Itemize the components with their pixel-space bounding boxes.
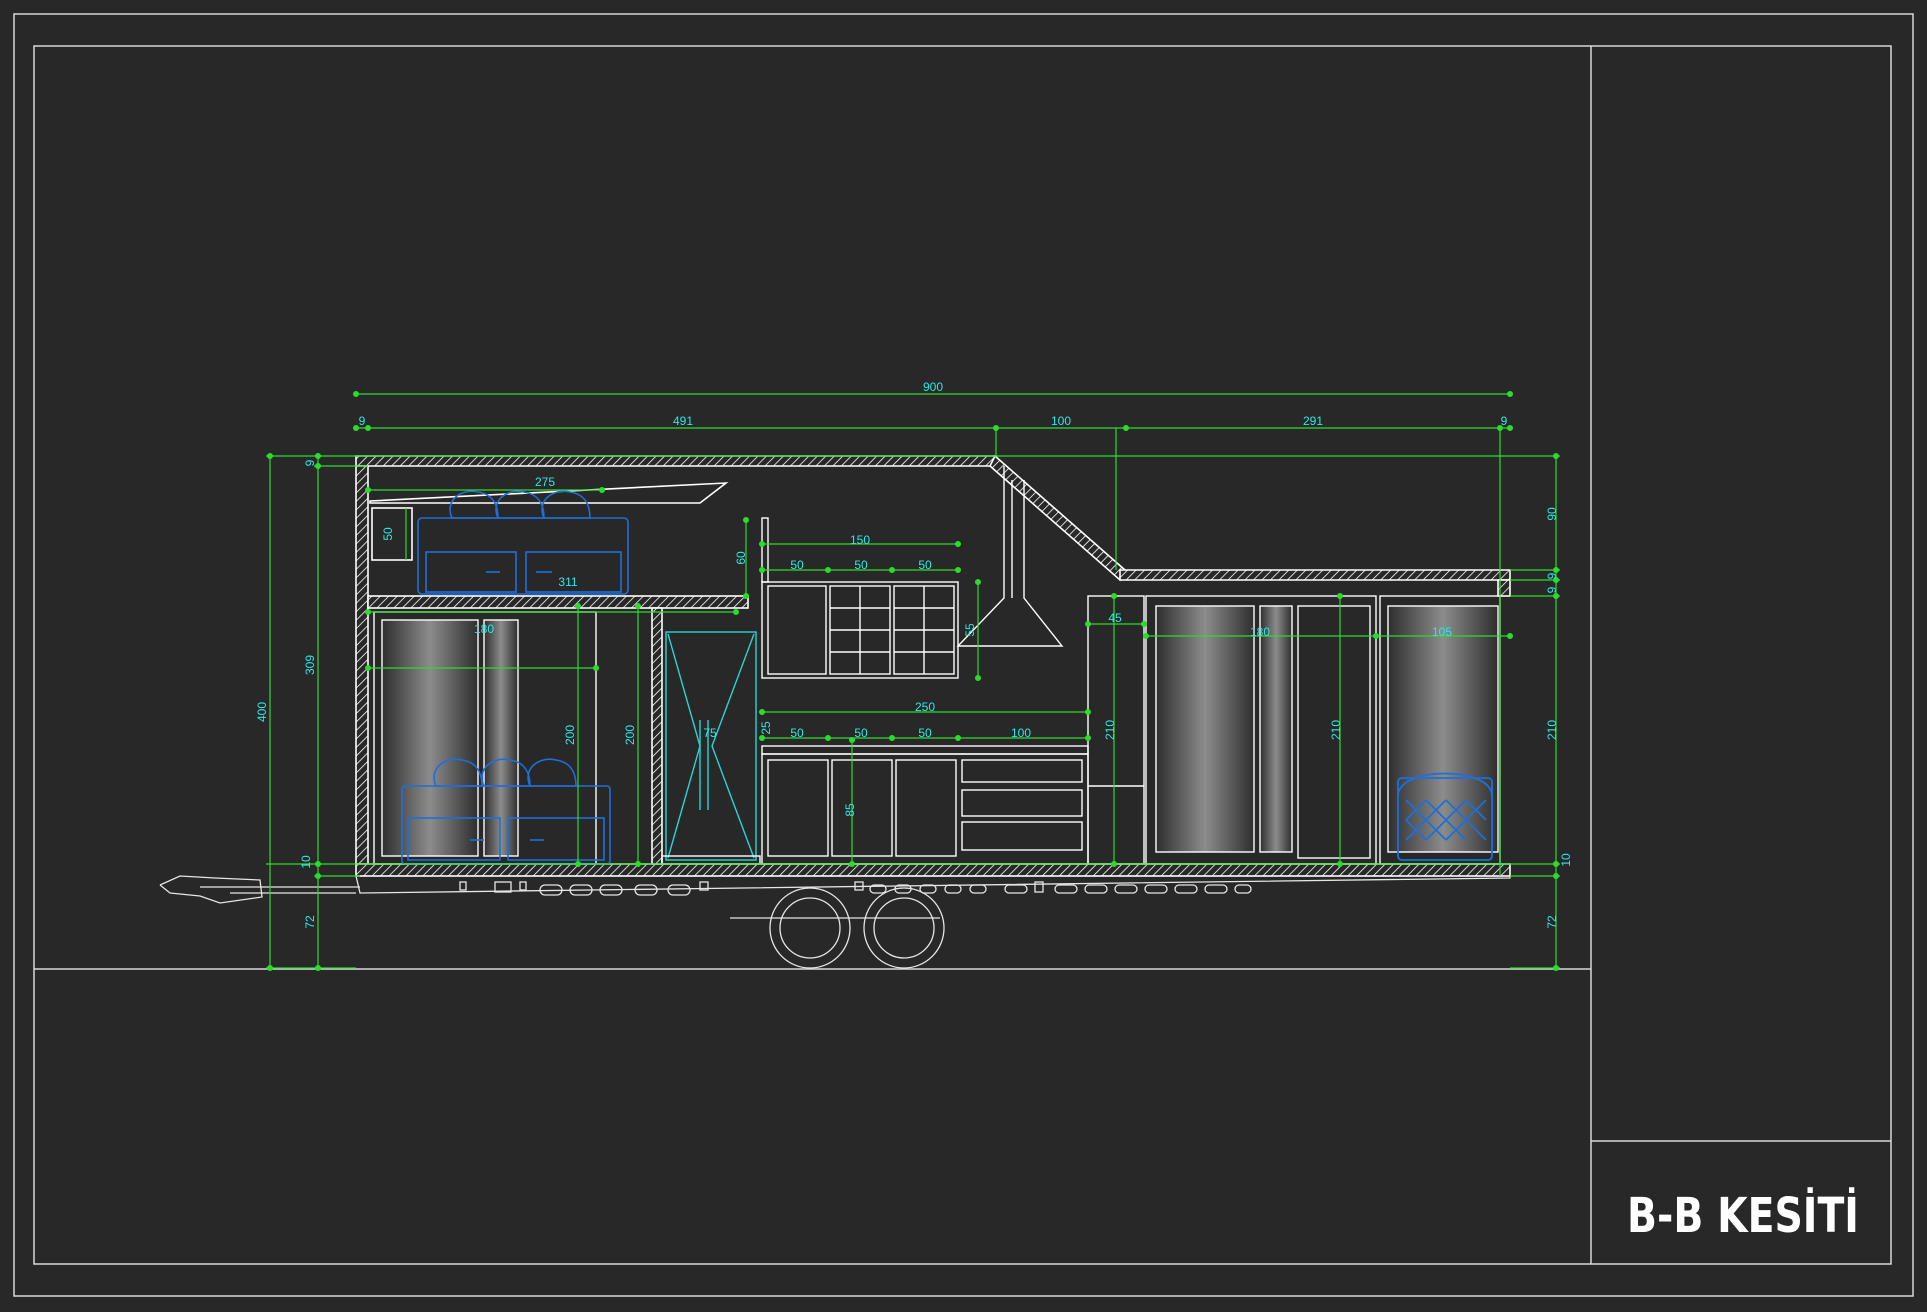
dim-loft-floor: 311: [558, 575, 577, 589]
front-wall: [355, 465, 369, 865]
dim-upper-cab-3: 50: [918, 558, 932, 572]
roof-front: [355, 455, 1005, 467]
dim-left-offset: 9: [359, 414, 366, 428]
dim-counter-height: 85: [843, 803, 857, 817]
dim-floor-left: 10: [299, 855, 313, 869]
dim-tall-cab-width: 45: [1108, 611, 1122, 625]
dim-living-height: 200: [563, 725, 577, 745]
main-floor: [355, 863, 1511, 877]
dim-rear-small-2: 9: [1545, 586, 1559, 593]
section-drawing-sheet: 900 491 100 291 9 9 275 311 180 150 50 5…: [13, 13, 1914, 1297]
roof-slope: [989, 454, 1126, 582]
chassis-details: [459, 881, 1252, 896]
kitchen: [761, 466, 1145, 865]
trailer-chassis: [159, 875, 1511, 969]
stair-wall: [651, 607, 663, 865]
dim-rear-chassis: 72: [1545, 915, 1559, 929]
wheel-rear: [863, 887, 945, 969]
dim-overall-length: 900: [923, 380, 943, 394]
dim-rear-small-1: 9: [1545, 572, 1559, 579]
dim-roof-slope: 100: [1051, 414, 1071, 428]
dim-wardrobe-height: 210: [1329, 720, 1343, 740]
dim-upper-cab-depth: 55: [963, 623, 977, 637]
dim-upper-cab-1: 50: [790, 558, 804, 572]
dim-rear-floor: 10: [1559, 853, 1573, 867]
sheet-title: B-B KESİTİ: [1627, 1188, 1859, 1244]
dim-upper-cab-height: 60: [734, 551, 748, 565]
dim-chassis-left: 72: [303, 915, 317, 929]
dim-wardrobe-width: 180: [1250, 625, 1270, 639]
dim-rear-height: 210: [1545, 720, 1559, 740]
drawing-frame: [13, 13, 1914, 1297]
dim-upper-cab-2: 50: [854, 558, 868, 572]
loft-floor: [367, 595, 749, 609]
dim-fridge-width: 75: [703, 726, 717, 740]
roof-rear: [1119, 569, 1511, 581]
dim-upper-cab-total: 150: [850, 533, 870, 547]
dim-bath-width: 105: [1432, 625, 1452, 639]
dim-counter-gap: 25: [759, 721, 773, 735]
dim-inner-height: 309: [303, 655, 317, 675]
countertop: [761, 745, 1089, 755]
dim-loft-shelf: 50: [381, 527, 395, 541]
dim-living-window: 180: [474, 622, 494, 636]
glass-door: [661, 631, 761, 865]
dim-rear-roof: 90: [1545, 507, 1559, 521]
dim-lower-cab-3: 50: [918, 726, 932, 740]
dim-tall-cab-height: 210: [1103, 720, 1117, 740]
dim-rear-section: 291: [1303, 414, 1323, 428]
dim-total-height: 400: [255, 702, 269, 722]
dim-front-section: 491: [673, 414, 693, 428]
range-hood: [956, 466, 1064, 647]
wheel-front: [769, 887, 851, 969]
dim-drawer-unit: 100: [1011, 726, 1031, 740]
dim-loft-bed: 275: [535, 475, 555, 489]
dim-top-left: 9: [303, 459, 317, 466]
base-cabinet-shell: [761, 753, 1089, 865]
dim-stair-height: 200: [623, 725, 637, 745]
loft-bed: [417, 490, 629, 595]
dim-lower-cab-1: 50: [790, 726, 804, 740]
dim-counter-total: 250: [915, 700, 935, 714]
structure: [355, 454, 1511, 877]
dim-right-offset: 9: [1501, 414, 1508, 428]
dim-lower-cab-2: 50: [854, 726, 868, 740]
